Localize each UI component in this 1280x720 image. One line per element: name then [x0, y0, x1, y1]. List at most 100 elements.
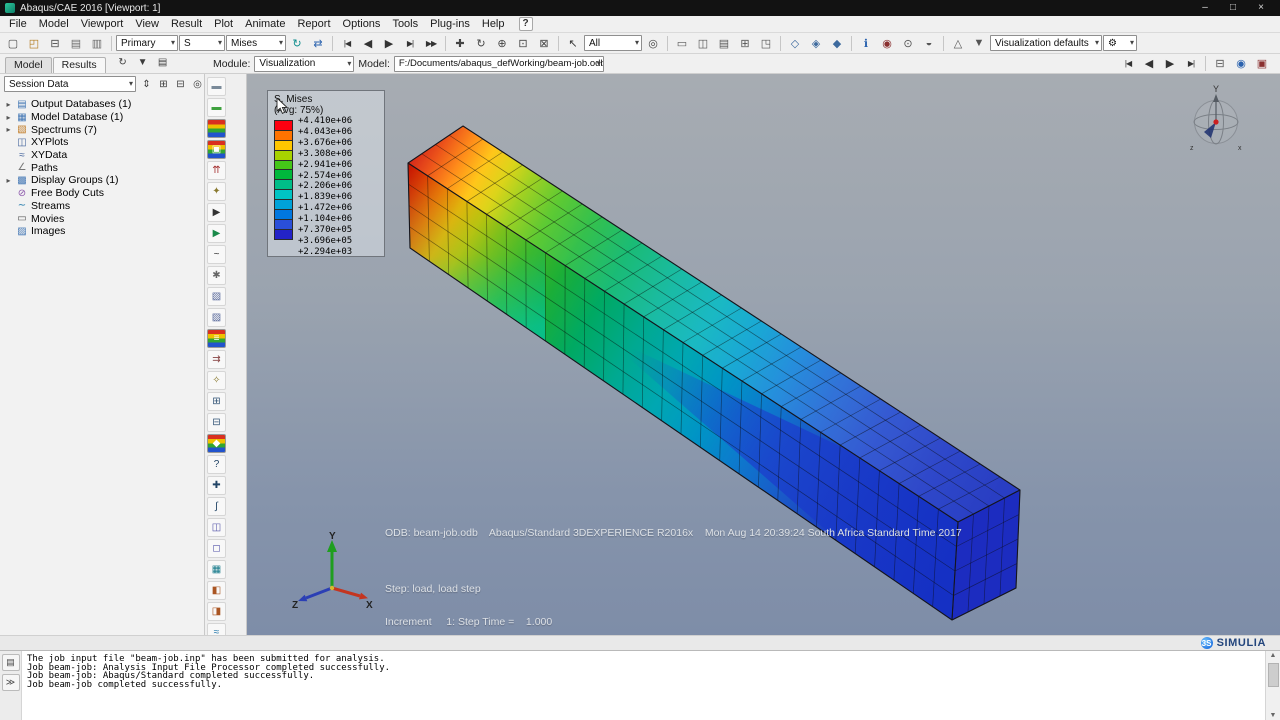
view-compass[interactable]: Y z x [1184, 82, 1248, 154]
menu-item-plug-ins[interactable]: Plug-ins [424, 16, 476, 32]
shaded-render-icon[interactable]: ◆ [827, 33, 847, 53]
first-frame-icon[interactable]: |◀ [337, 33, 357, 53]
magnify-view-icon[interactable]: ⊕ [492, 33, 512, 53]
menu-item-model[interactable]: Model [33, 16, 75, 32]
animate-scale-factor-icon[interactable]: ▶ [207, 203, 226, 222]
tree-item-movies[interactable]: ▭ Movies [0, 212, 204, 225]
tree-item-xyplots[interactable]: ◫ XYPlots [0, 136, 204, 149]
tree-expand-arrow[interactable]: ▸ [4, 113, 13, 122]
plot-contours-on-deformed-icon[interactable] [207, 119, 226, 138]
module-select[interactable]: Visualization [254, 55, 355, 72]
menu-item-file[interactable]: File [3, 16, 33, 32]
tree-item-paths[interactable]: ∠ Paths [0, 161, 204, 174]
viewport[interactable]: S, Mises (Avg: 75%) +4.410e+06 +4.043e+06… [247, 74, 1280, 635]
legend-toggle-icon[interactable]: ▤ [714, 33, 734, 53]
command-line-tab[interactable]: ≫ [1, 674, 20, 691]
selection-magnifier-icon[interactable]: ◎ [643, 33, 663, 53]
tree-options-icon[interactable]: ▤ [153, 52, 173, 72]
last-increment-icon[interactable]: ▶| [1181, 54, 1201, 74]
lighting-icon[interactable]: ◒ [919, 33, 939, 53]
tree-item-free-body-cuts[interactable]: ⊘ Free Body Cuts [0, 187, 204, 200]
plot-undeformed-shape-icon[interactable]: ▬ [207, 77, 226, 96]
close-button[interactable]: × [1255, 0, 1267, 16]
tree-collapse-all-icon[interactable]: ⊟ [172, 74, 189, 94]
context-help-icon[interactable]: ? [518, 17, 533, 31]
color-code-icon[interactable]: ▼ [969, 33, 989, 53]
menu-item-result[interactable]: Result [165, 16, 208, 32]
menu-item-plot[interactable]: Plot [208, 16, 239, 32]
show-edges-icon[interactable]: ◉ [877, 33, 897, 53]
odb-manager-icon[interactable]: ▥ [87, 33, 107, 53]
snapshot-icon[interactable]: ◉ [1231, 54, 1251, 74]
plot-contours-on-both-icon[interactable]: ▣ [207, 140, 226, 159]
hidden-line-render-icon[interactable]: ◈ [806, 33, 826, 53]
menu-item-animate[interactable]: Animate [239, 16, 291, 32]
print-viewport-icon[interactable]: ⊟ [1210, 54, 1230, 74]
info-icon[interactable]: ℹ [856, 33, 876, 53]
tree-expand-all-icon[interactable]: ⊞ [155, 74, 172, 94]
tree-refresh-icon[interactable]: ↻ [113, 52, 133, 72]
create-xy-data-icon[interactable]: ◫ [207, 518, 226, 537]
toggle-perspective-icon[interactable]: ⊙ [898, 33, 918, 53]
view-options-icon[interactable]: △ [948, 33, 968, 53]
model-select[interactable]: F:/Documents/abaqus_defWorking/beam-job.… [393, 55, 604, 72]
field-output-position-select[interactable]: Primary [116, 35, 178, 51]
animation-options-icon[interactable]: ✱ [207, 266, 226, 285]
pan-view-icon[interactable]: ✚ [450, 33, 470, 53]
tab-results[interactable]: Results [52, 57, 106, 73]
next-increment-icon[interactable]: ▶ [1160, 54, 1180, 74]
orientation-options-icon[interactable]: ✧ [207, 371, 226, 390]
query-pointer-icon[interactable]: ↖ [563, 33, 583, 53]
common-plot-options-icon[interactable]: ▧ [207, 287, 226, 306]
selection-filter-select[interactable]: All [584, 35, 642, 51]
previous-increment-icon[interactable]: ◀ [1139, 54, 1159, 74]
scroll-down-icon[interactable]: ▼ [1266, 712, 1280, 719]
open-file-icon[interactable]: ◰ [24, 33, 44, 53]
tree-item-streams[interactable]: ∼ Streams [0, 200, 204, 213]
toolbox-config-select[interactable]: ⚙ [1103, 35, 1137, 51]
superimpose-options-icon[interactable]: ▨ [207, 308, 226, 327]
previous-frame-icon[interactable]: ◀ [358, 33, 378, 53]
free-body-cut-manager-icon[interactable]: ◨ [207, 602, 226, 621]
symbol-options-icon[interactable]: ⇉ [207, 350, 226, 369]
xy-options-icon[interactable]: ◻ [207, 539, 226, 558]
tree-search-icon[interactable]: ◎ [189, 74, 206, 94]
record-animation-icon[interactable]: ▣ [1252, 54, 1272, 74]
stress-linearization-icon[interactable]: ∫ [207, 497, 226, 516]
create-display-group-icon[interactable]: ⊞ [207, 392, 226, 411]
plot-deformed-shape-icon[interactable]: ▬ [207, 98, 226, 117]
tree-filter-icon[interactable]: ▼ [133, 52, 153, 72]
animate-time-history-icon[interactable]: ▶ [207, 224, 226, 243]
probe-values-icon[interactable]: ✚ [207, 476, 226, 495]
tree-item-images[interactable]: ▨ Images [0, 225, 204, 238]
tree-expand-arrow[interactable]: ▸ [4, 176, 13, 185]
next-frame-icon[interactable]: ▶| [400, 33, 420, 53]
query-information-icon[interactable]: ? [207, 455, 226, 474]
maximize-button[interactable]: □ [1227, 0, 1239, 16]
menu-item-view[interactable]: View [129, 16, 165, 32]
first-increment-icon[interactable]: |◀ [1118, 54, 1138, 74]
animate-harmonic-icon[interactable]: ~ [207, 245, 226, 264]
last-frame-icon[interactable]: ▶▶ [421, 33, 441, 53]
triad-toggle-icon[interactable]: ◫ [693, 33, 713, 53]
session-manager-icon[interactable]: ▤ [66, 33, 86, 53]
state-block-toggle-icon[interactable]: ◳ [756, 33, 776, 53]
tree-sort-icon[interactable]: ⇕ [138, 74, 155, 94]
message-manager-tab[interactable]: ▤ [1, 654, 20, 671]
box-zoom-icon[interactable]: ⊡ [513, 33, 533, 53]
message-scrollbar[interactable]: ▲ ▼ [1265, 651, 1280, 720]
tab-model[interactable]: Model [5, 57, 52, 73]
frame-sync-icon[interactable]: ⇄ [308, 33, 328, 53]
tree-item-output-databases-1[interactable]: ▸ ▤ Output Databases (1) [0, 98, 204, 111]
viewport-annotation-icon[interactable]: ▭ [672, 33, 692, 53]
scroll-up-icon[interactable]: ▲ [1266, 652, 1280, 659]
wireframe-render-icon[interactable]: ◇ [785, 33, 805, 53]
rotate-view-icon[interactable]: ↻ [471, 33, 491, 53]
plot-material-orientations-icon[interactable]: ✦ [207, 182, 226, 201]
new-model-icon[interactable]: ▢ [3, 33, 23, 53]
play-animation-icon[interactable]: ▶ [379, 33, 399, 53]
display-defaults-select[interactable]: Visualization defaults [990, 35, 1102, 51]
display-group-manager-icon[interactable]: ⊟ [207, 413, 226, 432]
tree-root-select[interactable]: Session Data [4, 76, 136, 92]
menu-item-help[interactable]: Help [476, 16, 511, 32]
